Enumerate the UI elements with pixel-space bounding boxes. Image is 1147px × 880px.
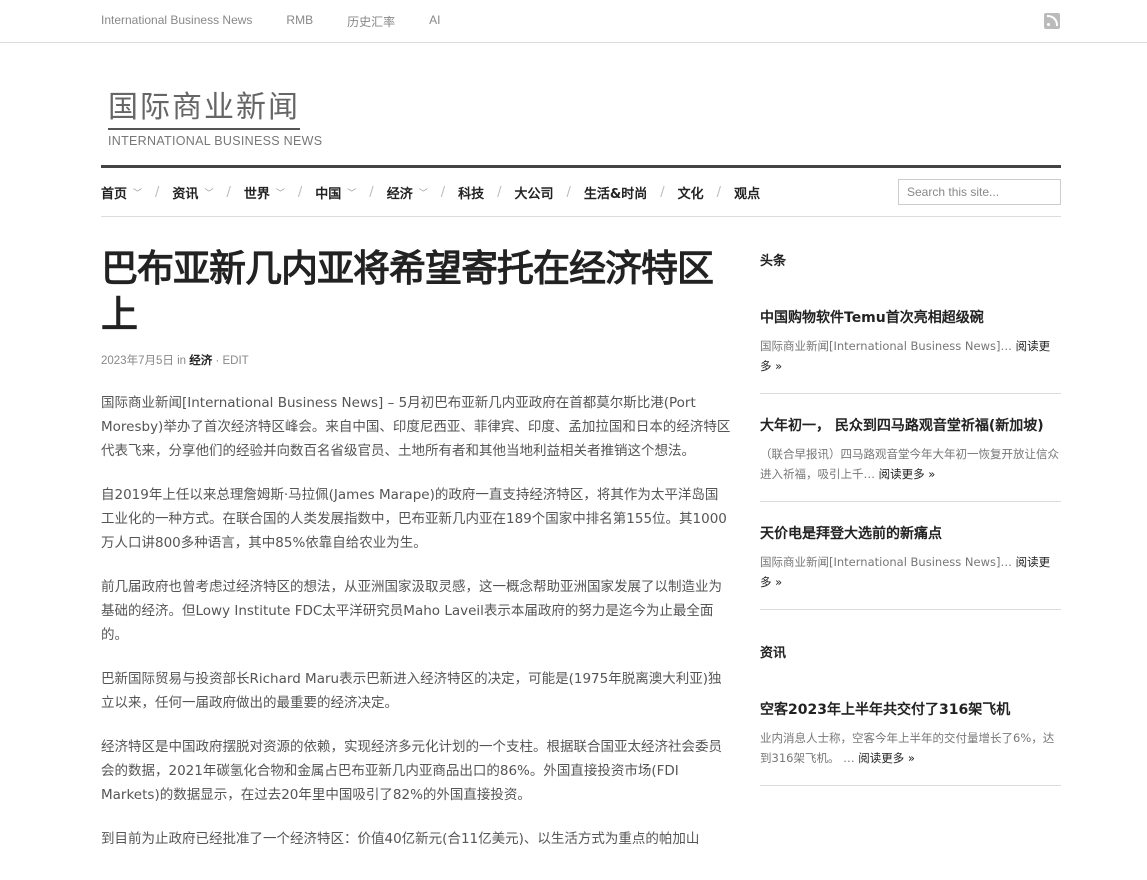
nav-separator: / [297, 184, 303, 200]
nav-separator: / [226, 184, 231, 200]
nav-item-china[interactable]: 中国 ﹀ [315, 183, 356, 202]
headline-post: 天价电是拜登大选前的新痛点 国际商业新闻[International Busin… [760, 524, 1061, 610]
headlines-widget-title: 头条 [760, 254, 787, 269]
meta-separator: · [215, 355, 220, 367]
nav-separator: / [369, 184, 374, 200]
article-meta: 2023年7月5日 in 经济 · EDIT [101, 352, 731, 368]
search-input[interactable] [898, 179, 1061, 205]
news-post-excerpt: 业内消息人士称，空客今年上半年的交付量增长了6%，达到316架飞机。 … 阅读更… [760, 728, 1061, 768]
top-link-ai[interactable]: AI [429, 13, 440, 30]
nav-item-label: 经济 [386, 186, 413, 202]
headline-post-title[interactable]: 大年初一， 民众到四马路观音堂祈福(新加坡) [760, 418, 1044, 434]
top-link-international-business-news[interactable]: International Business News [101, 13, 252, 30]
edit-link[interactable]: EDIT [222, 355, 248, 367]
nav-item-home[interactable]: 首页 ﹀ [101, 183, 142, 202]
headline-post-excerpt: 国际商业新闻[International Business News]… 阅读更… [760, 552, 1061, 592]
nav-separator: / [497, 184, 502, 200]
article-title: 巴布亚新几内亚将希望寄托在经济特区上 [101, 247, 714, 336]
excerpt-text: 国际商业新闻[International Business News]… [760, 339, 1012, 353]
read-more-link[interactable]: 阅读更多 » [879, 467, 936, 481]
article-category-link[interactable]: 经济 [189, 353, 212, 367]
rss-icon[interactable] [1044, 13, 1060, 29]
article-date: 2023年7月5日 [101, 355, 174, 367]
main-nav: 首页 ﹀ / 资讯 ﹀ / 世界 ﹀ / 中国 ﹀ / 经济 ﹀ / 科技 / 大公司 /… [101, 165, 1061, 217]
headline-post: 中国购物软件Temu首次亮相超级碗 国际商业新闻[International B… [760, 308, 1061, 394]
headline-post-excerpt: 国际商业新闻[International Business News]… 阅读更… [760, 336, 1061, 376]
top-link-historical-rates[interactable]: 历史汇率 [347, 13, 395, 30]
nav-item-label: 文化 [677, 186, 704, 202]
nav-item-label: 资讯 [172, 186, 199, 202]
headline-post: 大年初一， 民众到四马路观音堂祈福(新加坡) （联合早报讯）四马路观音堂今年大年… [760, 416, 1061, 502]
chevron-down-icon: ﹀ [418, 188, 428, 199]
logo-chinese: 国际商业新闻 [108, 82, 300, 130]
sidebar: 头条 中国购物软件Temu首次亮相超级碗 国际商业新闻[Internationa… [760, 240, 1061, 808]
nav-item-economy[interactable]: 经济 ﹀ [387, 183, 428, 202]
excerpt-text: 国际商业新闻[International Business News]… [760, 555, 1012, 569]
site-logo[interactable]: 国际商业新闻 INTERNATIONAL BUSINESS NEWS [108, 82, 322, 148]
logo-english: INTERNATIONAL BUSINESS NEWS [108, 134, 323, 148]
nav-item-label: 科技 [458, 186, 485, 202]
nav-item-lifestyle[interactable]: 生活&时尚 [584, 183, 647, 202]
nav-separator: / [660, 184, 665, 200]
headline-post-title[interactable]: 天价电是拜登大选前的新痛点 [760, 526, 942, 542]
news-widget-title: 资讯 [760, 646, 787, 661]
nav-item-culture[interactable]: 文化 [678, 183, 704, 202]
article-in: in [177, 355, 187, 367]
top-link-rmb[interactable]: RMB [286, 13, 313, 30]
nav-separator: / [566, 184, 571, 200]
article: 巴布亚新几内亚将希望寄托在经济特区上 2023年7月5日 in 经济 · EDI… [101, 246, 731, 851]
nav-item-big-companies[interactable]: 大公司 [515, 183, 554, 202]
nav-separator: / [440, 184, 446, 200]
headline-post-excerpt: （联合早报讯）四马路观音堂今年大年初一恢复开放让信众进入祈福，吸引上千… 阅读更… [760, 444, 1061, 484]
chevron-down-icon: ﹀ [347, 188, 357, 199]
nav-separator: / [716, 184, 722, 200]
top-bar: International Business News RMB 历史汇率 AI [0, 0, 1147, 43]
article-paragraph: 自2019年上任以来总理詹姆斯·马拉佩(James Marape)的政府一直支持… [101, 487, 727, 551]
nav-item-label: 观点 [734, 186, 761, 202]
news-post-title[interactable]: 空客2023年上半年共交付了316架飞机 [760, 702, 1010, 718]
article-paragraph: 巴新国际贸易与投资部长Richard Maru表示巴新进入经济特区的决定，可能是… [101, 671, 722, 711]
chevron-down-icon: ﹀ [133, 188, 143, 199]
nav-item-news[interactable]: 资讯 ﹀ [172, 183, 213, 202]
chevron-down-icon: ﹀ [204, 188, 214, 199]
nav-separator: / [155, 184, 160, 200]
article-paragraph: 经济特区是中国政府摆脱对资源的依赖，实现经济多元化计划的一个支柱。根据联合国亚太… [101, 739, 722, 803]
read-more-link[interactable]: 阅读更多 » [858, 751, 915, 765]
nav-item-world[interactable]: 世界 ﹀ [244, 183, 285, 202]
nav-item-label: 大公司 [514, 186, 554, 202]
nav-item-label: 中国 [315, 186, 342, 202]
nav-item-label: 世界 [243, 186, 270, 202]
nav-item-label: 首页 [101, 186, 128, 202]
nav-item-label: 生活&时尚 [583, 186, 648, 202]
nav-item-tech[interactable]: 科技 [458, 183, 484, 202]
news-post: 空客2023年上半年共交付了316架飞机 业内消息人士称，空客今年上半年的交付量… [760, 700, 1061, 786]
chevron-down-icon: ﹀ [275, 188, 285, 199]
nav-item-opinion[interactable]: 观点 [734, 183, 760, 202]
article-paragraph: 到目前为止政府已经批准了一个经济特区：价值40亿新元(合11亿美元)、以生活方式… [101, 831, 700, 847]
top-nav: International Business News RMB 历史汇率 AI [101, 13, 474, 30]
headline-post-title[interactable]: 中国购物软件Temu首次亮相超级碗 [760, 310, 984, 326]
article-paragraph: 国际商业新闻[International Business News] – 5月… [101, 395, 731, 459]
article-paragraph: 前几届政府也曾考虑过经济特区的想法，从亚洲国家汲取灵感，这一概念帮助亚洲国家发展… [101, 579, 722, 643]
